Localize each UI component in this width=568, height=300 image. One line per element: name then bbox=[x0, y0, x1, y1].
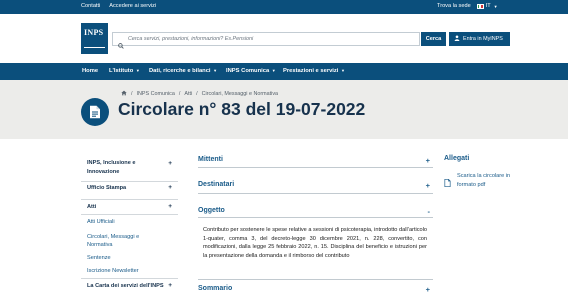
sidebar-divider bbox=[81, 181, 178, 182]
user-icon bbox=[454, 35, 460, 43]
title-band: / INPS Comunica / Atti / Circolari, Mess… bbox=[0, 80, 568, 139]
nav-item-dati[interactable]: Dati, ricerche e bilanci ▼ bbox=[149, 68, 217, 74]
utility-links: Contatti Accedere ai servizi bbox=[81, 3, 156, 9]
expand-plus-icon: + bbox=[168, 184, 172, 191]
sidebar-item-label: Ufficio Stampa bbox=[87, 185, 127, 191]
sidebar-item-ufficio-stampa[interactable]: Ufficio Stampa + bbox=[81, 184, 178, 195]
chevron-down-icon: ▼ bbox=[341, 68, 346, 73]
accordion-divider bbox=[198, 167, 433, 168]
accordion-label: Destinatari bbox=[198, 181, 235, 188]
sidebar-subitem-newsletter[interactable]: Iscrizione Newsletter bbox=[81, 268, 178, 278]
accordion-mittenti[interactable]: Mittenti + bbox=[198, 156, 433, 166]
sidebar-subitem-label: Sentenze bbox=[87, 255, 111, 261]
access-services-link[interactable]: Accedere ai servizi bbox=[109, 3, 156, 9]
sidebar-subitem-label: Circolari, Messaggi e Normativa bbox=[87, 234, 140, 248]
nav-item-prestazioni[interactable]: Prestazioni e servizi ▼ bbox=[283, 68, 345, 74]
document-icon bbox=[81, 98, 109, 126]
sidebar-divider bbox=[81, 199, 178, 200]
expand-plus-icon: + bbox=[168, 282, 172, 289]
myinps-login-label: Entra in MyINPS bbox=[463, 36, 503, 42]
language-label: IT bbox=[485, 3, 491, 9]
oggetto-text: Contributo per sostenere le spese relati… bbox=[203, 227, 427, 259]
accordion-sommario[interactable]: Sommario + bbox=[198, 285, 433, 295]
accordion-label: Sommario bbox=[198, 285, 233, 292]
site-header: INPS Cerca servizi, prestazioni, informa… bbox=[0, 14, 568, 63]
page-title: Circolare n° 83 del 19-07-2022 bbox=[118, 99, 366, 119]
logo-text: INPS bbox=[84, 28, 104, 37]
expand-plus-icon: + bbox=[425, 156, 430, 165]
chevron-down-icon: ▼ bbox=[271, 68, 276, 73]
breadcrumb-atti[interactable]: Atti bbox=[184, 91, 192, 97]
sidebar-item-inclusione[interactable]: INPS, Inclusione e Innovazione + bbox=[81, 159, 178, 179]
chevron-down-icon: ▼ bbox=[493, 3, 498, 9]
accordion-divider bbox=[198, 279, 433, 280]
sidebar-divider bbox=[81, 214, 178, 215]
attachments-heading: Allegati bbox=[444, 155, 470, 162]
nav-item-prestazioni-label: Prestazioni e servizi bbox=[283, 68, 339, 74]
accordion-label: Oggetto bbox=[198, 207, 225, 214]
breadcrumb-separator: / bbox=[131, 91, 133, 97]
utility-right: Trova la sede IT ▼ bbox=[437, 3, 498, 9]
accordion-divider bbox=[198, 217, 433, 218]
logo-rule bbox=[84, 47, 105, 48]
breadcrumb-inps-comunica[interactable]: INPS Comunica bbox=[137, 91, 175, 97]
breadcrumb-separator: / bbox=[178, 91, 181, 97]
language-selector[interactable]: IT ▼ bbox=[476, 3, 498, 9]
accordion-divider bbox=[198, 193, 433, 194]
sidebar-subitem-circolari[interactable]: Circolari, Messaggi e Normativa bbox=[81, 233, 178, 251]
sidebar-item-label: INPS, Inclusione e Innovazione bbox=[87, 160, 136, 175]
sidebar-item-atti[interactable]: Atti + bbox=[81, 203, 178, 214]
chevron-down-icon: ▼ bbox=[135, 68, 140, 73]
sidebar-item-label: Atti bbox=[87, 204, 97, 210]
accordion-destinatari[interactable]: Destinatari + bbox=[198, 181, 433, 191]
download-pdf-link[interactable]: Scarica la circolare in formato pdf bbox=[457, 172, 513, 189]
breadcrumb: / INPS Comunica / Atti / Circolari, Mess… bbox=[121, 90, 278, 98]
breadcrumb-circolari[interactable]: Circolari, Messaggi e Normativa bbox=[202, 91, 278, 97]
breadcrumb-separator: / bbox=[196, 91, 198, 97]
sidebar-subitem-label: Iscrizione Newsletter bbox=[87, 268, 139, 274]
sidebar-divider bbox=[81, 278, 178, 279]
contacts-link[interactable]: Contatti bbox=[81, 3, 100, 9]
find-office-link[interactable]: Trova la sede bbox=[437, 3, 471, 9]
search-input[interactable]: Cerca servizi, prestazioni, informazioni… bbox=[112, 32, 420, 49]
search-icon bbox=[118, 36, 124, 54]
home-icon[interactable] bbox=[121, 90, 127, 98]
sidebar-item-label: La Carta dei servizi dell'INPS bbox=[87, 283, 164, 289]
expand-plus-icon: + bbox=[425, 181, 430, 190]
nav-item-istituto[interactable]: L'Istituto ▼ bbox=[109, 68, 140, 74]
sidebar-subitem-atti-ufficiali[interactable]: Atti Ufficiali bbox=[81, 219, 178, 229]
nav-item-inps-comunica[interactable]: INPS Comunica ▼ bbox=[226, 68, 276, 74]
expand-plus-icon: + bbox=[168, 160, 172, 167]
accordion-label: Mittenti bbox=[198, 156, 223, 163]
accordion-oggetto[interactable]: Oggetto - bbox=[198, 207, 433, 217]
pdf-icon bbox=[444, 174, 451, 192]
sidebar-item-carta-servizi[interactable]: La Carta dei servizi dell'INPS + bbox=[81, 282, 178, 293]
expand-plus-icon: + bbox=[425, 285, 430, 294]
search-placeholder: Cerca servizi, prestazioni, informazioni… bbox=[128, 36, 254, 42]
sidebar-subitem-sentenze[interactable]: Sentenze bbox=[81, 255, 178, 265]
nav-item-istituto-label: L'Istituto bbox=[109, 68, 134, 74]
nav-item-inps-comunica-label: INPS Comunica bbox=[226, 68, 270, 74]
inps-logo[interactable]: INPS bbox=[81, 23, 108, 54]
collapse-minus-icon: - bbox=[427, 207, 431, 216]
chevron-down-icon: ▼ bbox=[213, 68, 218, 73]
sidebar-subitem-label: Atti Ufficiali bbox=[87, 219, 115, 225]
top-utility-bar: Contatti Accedere ai servizi Trova la se… bbox=[0, 0, 568, 14]
myinps-login-button[interactable]: Entra in MyINPS bbox=[449, 32, 510, 46]
expand-plus-icon: + bbox=[168, 203, 172, 210]
nav-item-home[interactable]: Home bbox=[82, 68, 98, 74]
search-button[interactable]: Cerca bbox=[421, 32, 446, 46]
nav-item-dati-label: Dati, ricerche e bilanci bbox=[149, 68, 211, 74]
main-navigation: Home L'Istituto ▼ Dati, ricerche e bilan… bbox=[0, 63, 568, 80]
italian-flag-icon bbox=[476, 3, 484, 9]
